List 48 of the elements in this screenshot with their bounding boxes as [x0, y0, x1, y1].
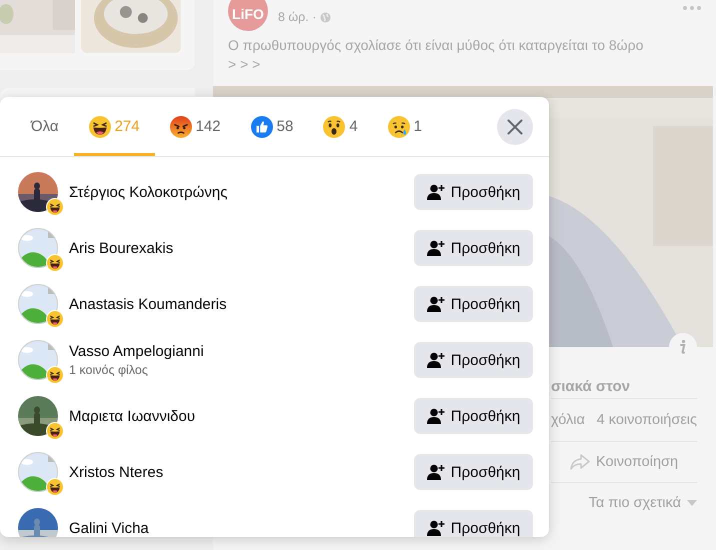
person-name[interactable]: Galini Vicha: [69, 520, 149, 536]
angry-emoji-icon: [170, 116, 192, 138]
reaction-tab[interactable]: 4: [308, 97, 373, 156]
reaction-tab[interactable]: 1: [372, 97, 437, 156]
haha-emoji-icon: [47, 199, 63, 215]
add-friend-button[interactable]: Προσθήκη: [414, 342, 533, 378]
add-friend-icon: [426, 408, 445, 424]
wow-emoji-icon: [323, 116, 346, 138]
globe-icon: [320, 12, 332, 22]
add-friend-button[interactable]: Προσθήκη: [414, 398, 533, 434]
add-friend-icon: [426, 240, 445, 256]
like-emoji-icon: [250, 116, 273, 138]
reaction-tab[interactable]: Όλα: [16, 97, 74, 156]
share-icon: [570, 454, 590, 470]
close-button[interactable]: [497, 108, 533, 144]
more-icon[interactable]: [683, 6, 701, 10]
person-name[interactable]: Vasso Ampelogianni: [69, 343, 204, 360]
post-text: Ο πρωθυπουργός σχολίασε ότι είναι μύθος ότι καταργείται το 8ώρο: [227, 36, 644, 55]
person-name[interactable]: Aris Bourexakis: [69, 240, 174, 256]
add-friend-icon: [426, 352, 445, 368]
reaction-tab[interactable]: 142: [154, 97, 236, 156]
person-name[interactable]: Μαριετα Ιωαννιδου: [69, 408, 196, 424]
haha-emoji-icon: [47, 255, 63, 271]
post-headline: σιακά στον: [551, 378, 631, 397]
add-friend-icon: [426, 184, 445, 200]
haha-emoji-icon: [47, 311, 63, 327]
reaction-tab[interactable]: 58: [236, 97, 308, 156]
add-friend-button[interactable]: Προσθήκη: [414, 454, 533, 490]
add-friend-button[interactable]: Προσθήκη: [414, 510, 533, 537]
person-name[interactable]: Στέργιος Κολοκοτρώνης: [69, 184, 228, 200]
post-time: 8 ώρ. ·: [278, 10, 316, 24]
haha-emoji-icon: [88, 116, 111, 138]
add-friend-icon: [426, 520, 445, 536]
haha-emoji-icon: [47, 479, 63, 495]
see-more-text: > > >: [227, 55, 262, 74]
person-name[interactable]: Anastasis Koumanderis: [69, 296, 227, 312]
close-icon: [507, 118, 523, 134]
add-friend-button[interactable]: Προσθήκη: [414, 286, 533, 322]
add-friend-button[interactable]: Προσθήκη: [414, 230, 533, 266]
haha-emoji-icon: [47, 423, 63, 439]
sad-emoji-icon: [388, 116, 410, 138]
add-friend-button[interactable]: Προσθήκη: [414, 174, 533, 210]
haha-emoji-icon: [47, 367, 63, 383]
caret-icon: [687, 500, 697, 506]
add-friend-icon: [426, 464, 445, 480]
add-friend-icon: [426, 296, 445, 312]
person-name[interactable]: Xristos Nteres: [69, 464, 164, 480]
mutual-friends: 1 κοινός φίλος: [69, 363, 149, 377]
